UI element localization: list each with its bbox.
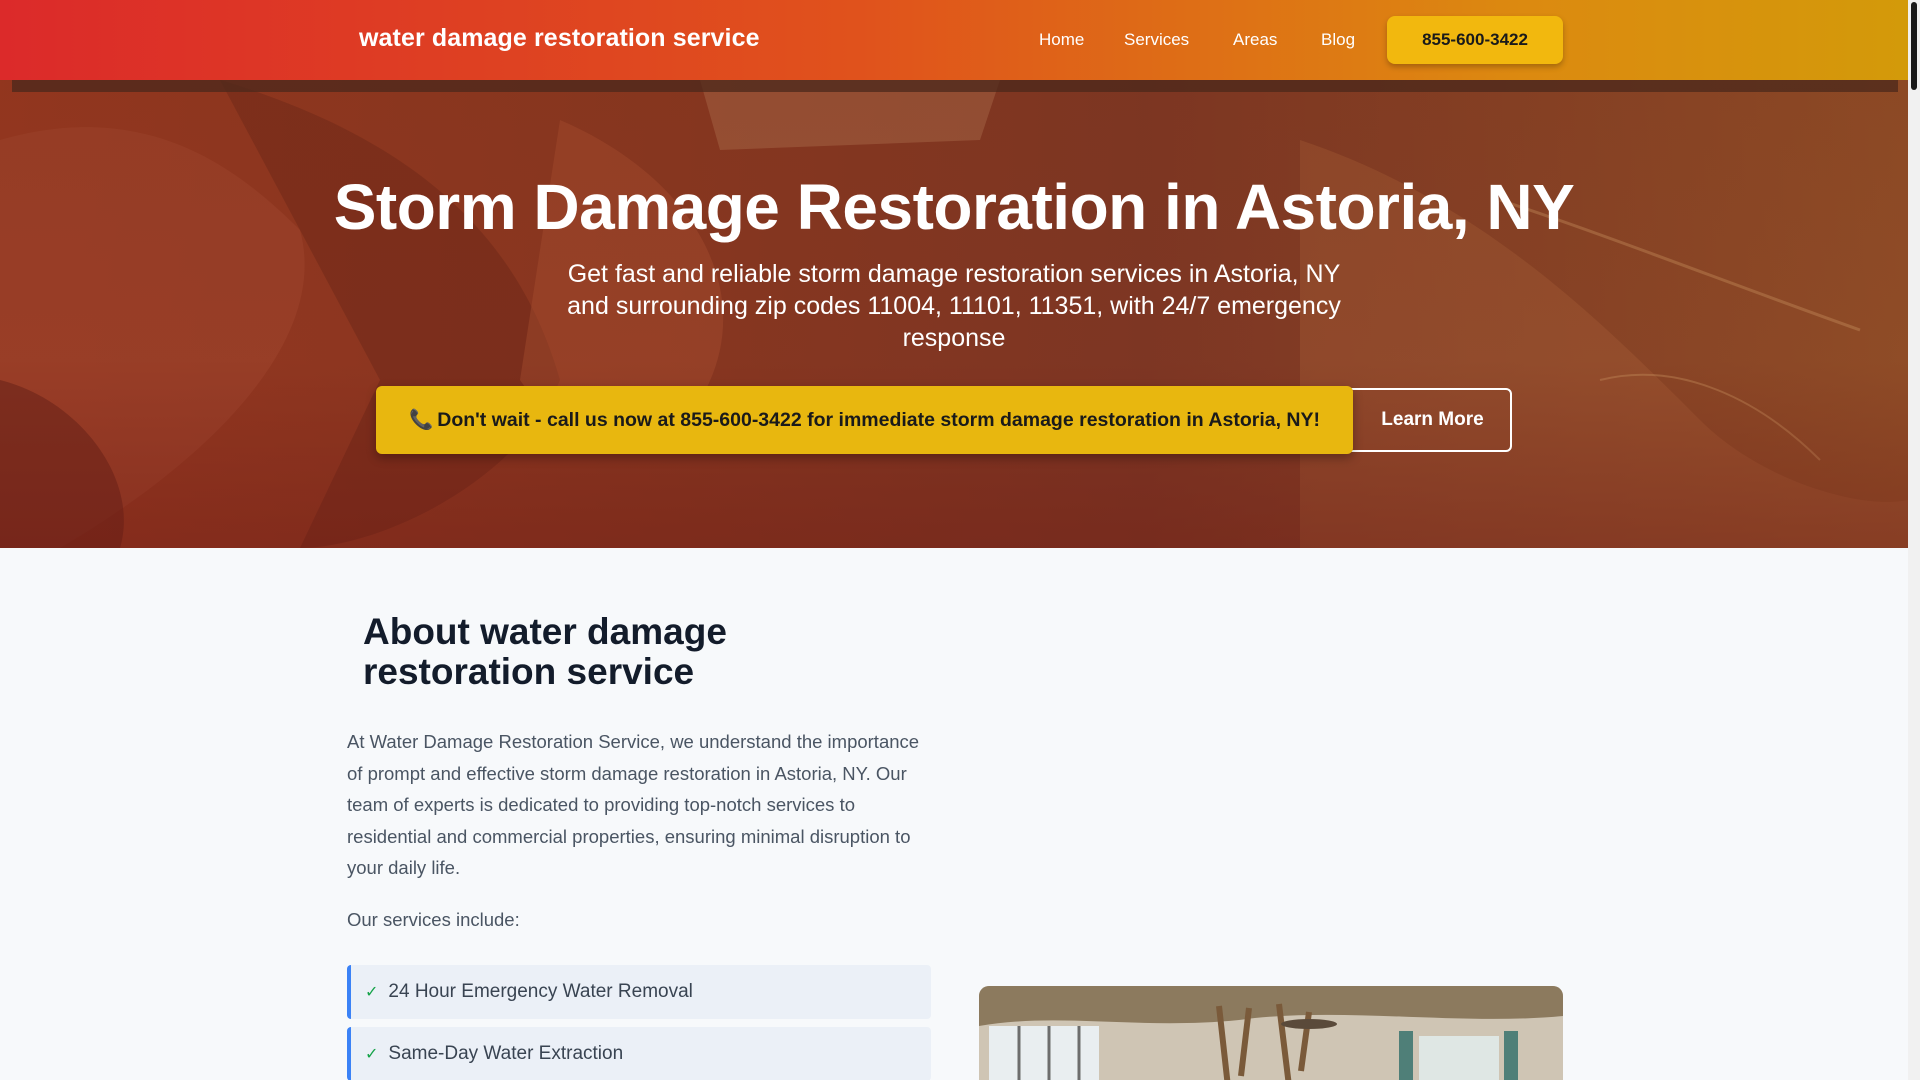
hero-section: Storm Damage Restoration in Astoria, NY …: [0, 80, 1908, 548]
about-title: About water damage restoration service: [363, 611, 727, 692]
list-item: ✓ 24 Hour Emergency Water Removal: [347, 965, 931, 1019]
about-paragraph: At Water Damage Restoration Service, we …: [347, 731, 920, 878]
nav-home[interactable]: Home: [1039, 30, 1084, 50]
site-header: water damage restoration service Home Se…: [0, 0, 1908, 80]
services-lead: Our services include:: [347, 909, 520, 930]
check-icon: ✓: [365, 984, 379, 1001]
page-scrollbar-thumb[interactable]: [1911, 2, 1917, 90]
service-label: Same-Day Water Extraction: [388, 1043, 624, 1064]
call-now-label: Don't wait - call us now at 855-600-3422…: [437, 408, 1320, 431]
hero-subtitle: Get fast and reliable storm damage resto…: [567, 260, 1341, 352]
damaged-room-image: [979, 986, 1563, 1080]
page-scrollbar-track[interactable]: [1908, 0, 1920, 1080]
service-label: 24 Hour Emergency Water Removal: [388, 981, 693, 1002]
check-icon: ✓: [365, 1046, 379, 1063]
nav-services[interactable]: Services: [1124, 30, 1189, 50]
phone-icon: 📞: [408, 409, 434, 431]
nav-areas[interactable]: Areas: [1233, 30, 1277, 50]
brand-logo-text[interactable]: water damage restoration service: [359, 24, 760, 53]
list-item: ✓ Same-Day Water Extraction: [347, 1027, 931, 1080]
hero-title: Storm Damage Restoration in Astoria, NY: [333, 171, 1575, 243]
call-now-button[interactable]: 📞 Don't wait - call us now at 855-600-34…: [376, 386, 1353, 454]
damaged-room-illustration: [979, 986, 1563, 1080]
header-phone-button[interactable]: 855-600-3422: [1387, 16, 1563, 64]
nav-blog[interactable]: Blog: [1321, 30, 1355, 50]
learn-more-button[interactable]: Learn More: [1345, 388, 1512, 452]
